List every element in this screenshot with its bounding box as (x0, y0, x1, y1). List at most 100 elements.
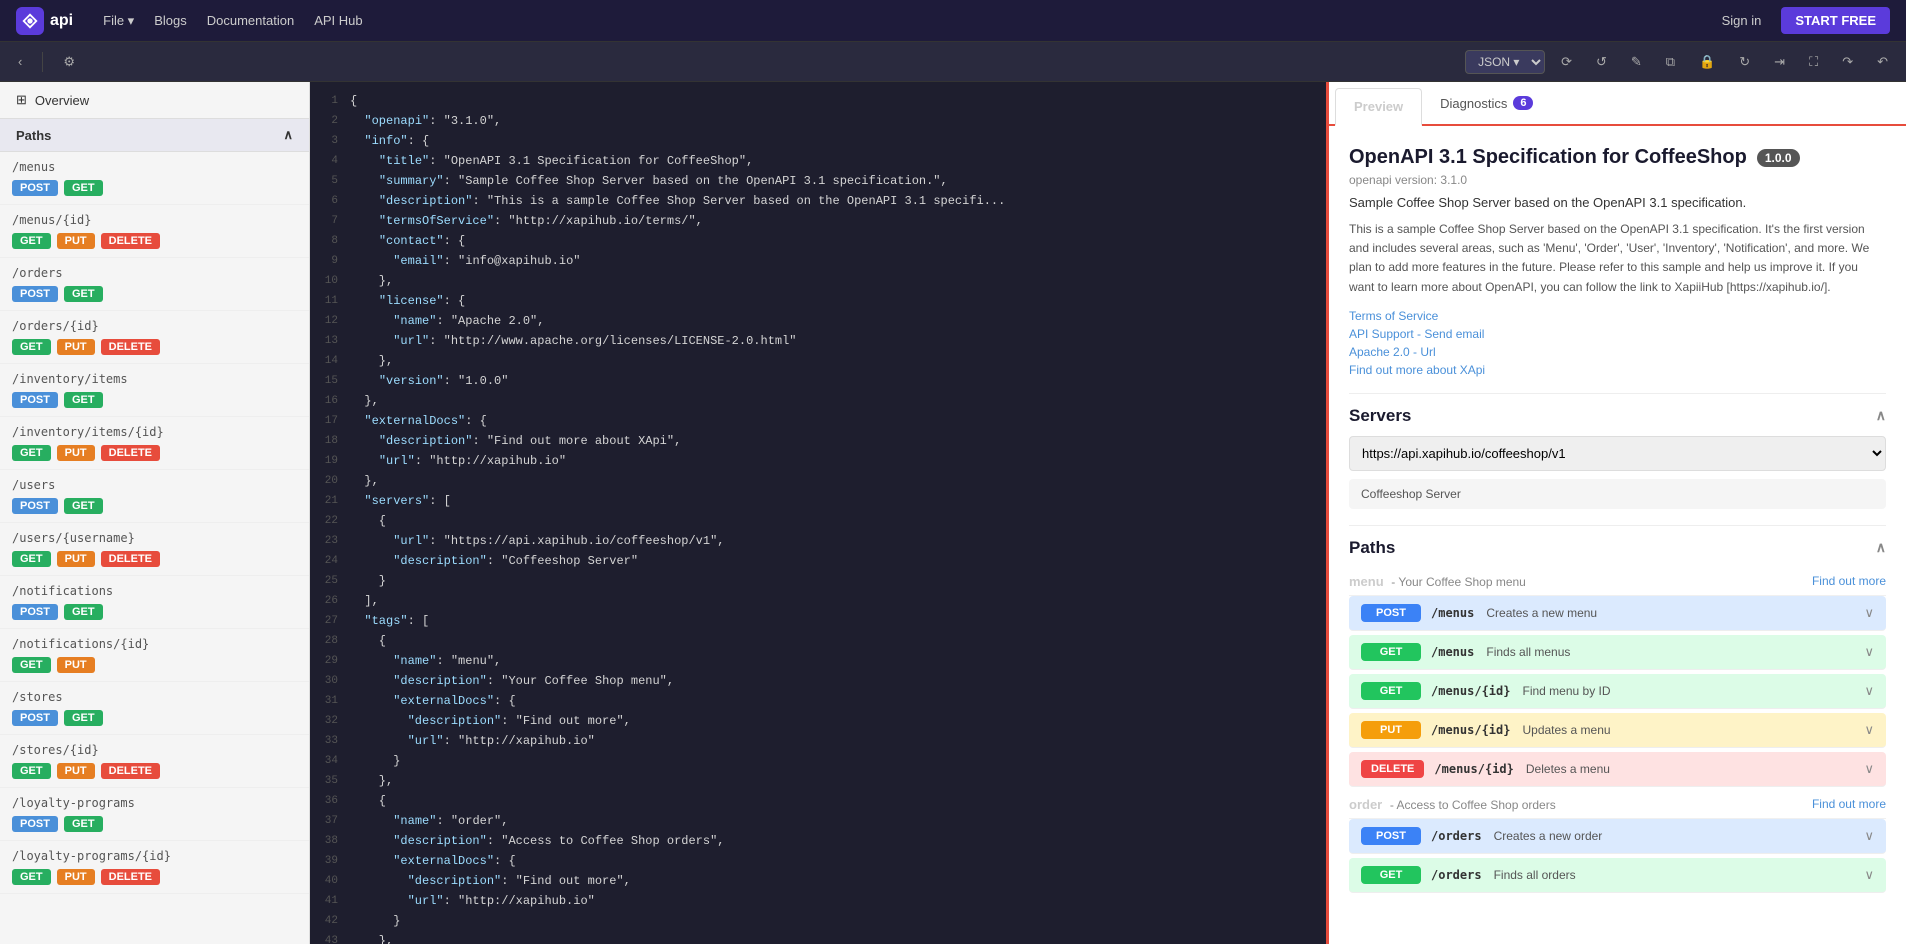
lock-button[interactable]: 🔒 (1691, 50, 1723, 74)
fullscreen-button[interactable]: ⛶ (1801, 50, 1826, 74)
api-link[interactable]: API Support - Send email (1349, 327, 1886, 341)
badge-delete[interactable]: DELETE (101, 763, 160, 779)
format-select[interactable]: JSON ▾ YAML (1465, 50, 1545, 74)
api-link[interactable]: Terms of Service (1349, 309, 1886, 323)
badge-get[interactable]: GET (12, 869, 51, 885)
method-badges: GET PUT (12, 657, 297, 673)
refresh-button[interactable]: ↻ (1731, 50, 1758, 74)
badge-post[interactable]: POST (12, 180, 58, 196)
api-link[interactable]: Find out more about XApi (1349, 363, 1886, 377)
badge-get[interactable]: GET (12, 763, 51, 779)
sync-arrow-button[interactable]: ↺ (1588, 50, 1615, 74)
code-line: 13 "url": "http://www.apache.org/license… (310, 332, 1326, 352)
copy-button[interactable]: ⧉ (1658, 50, 1683, 74)
badge-get[interactable]: GET (64, 816, 103, 832)
nav-file[interactable]: File ▾ (103, 13, 134, 29)
badge-get[interactable]: GET (64, 604, 103, 620)
badge-put[interactable]: PUT (57, 233, 95, 249)
sidebar-section: /inventory/items/{id}GETPUTDELETE (0, 417, 309, 470)
endpoint-row[interactable]: GET /menus Finds all menus ∨ (1349, 635, 1886, 670)
endpoint-row[interactable]: POST /menus Creates a new menu ∨ (1349, 596, 1886, 631)
collapse-paths-icon[interactable]: ∧ (283, 127, 293, 143)
openapi-version: openapi version: 3.1.0 (1349, 173, 1886, 187)
badge-delete[interactable]: DELETE (101, 339, 160, 355)
find-out-more-link[interactable]: Find out more (1812, 574, 1886, 588)
badge-get[interactable]: GET (64, 498, 103, 514)
code-editor[interactable]: 1{2 "openapi": "3.1.0",3 "info": {4 "tit… (310, 82, 1326, 944)
api-version-badge: 1.0.0 (1757, 149, 1800, 167)
badge-get[interactable]: GET (64, 710, 103, 726)
endpoint-desc: Find menu by ID (1522, 684, 1864, 698)
badge-put[interactable]: PUT (57, 869, 95, 885)
line-number: 17 (310, 412, 350, 432)
undo-button[interactable]: ↶ (1869, 50, 1896, 74)
paths-section: menu - Your Coffee Shop menu Find out mo… (1349, 568, 1886, 893)
badge-get[interactable]: GET (64, 286, 103, 302)
line-content: "contact": { (350, 232, 1326, 252)
servers-select[interactable]: https://api.xapihub.io/coffeeshop/v1 (1349, 436, 1886, 471)
badge-post[interactable]: POST (12, 498, 58, 514)
badge-delete[interactable]: DELETE (101, 869, 160, 885)
method-badges: POST GET (12, 392, 297, 408)
logo[interactable]: api (16, 7, 73, 35)
tab-diagnostics[interactable]: Diagnostics 6 (1422, 82, 1551, 124)
tab-preview[interactable]: Preview (1335, 88, 1422, 126)
paths-label: Paths (16, 128, 51, 143)
nav-documentation[interactable]: Documentation (207, 13, 294, 28)
sync-button[interactable]: ⟳ (1553, 50, 1580, 74)
split-button[interactable]: ⇥ (1766, 50, 1793, 74)
edit-button[interactable]: ✎ (1623, 50, 1650, 74)
line-number: 42 (310, 912, 350, 932)
find-out-more-link[interactable]: Find out more (1812, 797, 1886, 811)
badge-get[interactable]: GET (64, 180, 103, 196)
endpoint-row[interactable]: POST /orders Creates a new order ∨ (1349, 819, 1886, 854)
badge-get[interactable]: GET (12, 339, 51, 355)
sidebar-section: /notificationsPOSTGET (0, 576, 309, 629)
badge-delete[interactable]: DELETE (101, 233, 160, 249)
badge-post[interactable]: POST (12, 710, 58, 726)
badge-put[interactable]: PUT (57, 339, 95, 355)
badge-put[interactable]: PUT (57, 445, 95, 461)
badge-delete[interactable]: DELETE (101, 551, 160, 567)
sign-in-button[interactable]: Sign in (1722, 13, 1762, 28)
sidebar-section: /notifications/{id}GETPUT (0, 629, 309, 682)
method-pill-delete: DELETE (1361, 760, 1424, 778)
badge-get[interactable]: GET (12, 233, 51, 249)
sidebar-section: /users/{username}GETPUTDELETE (0, 523, 309, 576)
endpoint-path: /menus/{id} (1434, 762, 1513, 776)
badge-post[interactable]: POST (12, 392, 58, 408)
paths-collapse-icon[interactable]: ∧ (1876, 539, 1886, 556)
badge-get[interactable]: GET (12, 657, 51, 673)
settings-button[interactable]: ⚙ (55, 50, 83, 74)
badge-get[interactable]: GET (12, 445, 51, 461)
endpoint-row[interactable]: GET /menus/{id} Find menu by ID ∨ (1349, 674, 1886, 709)
line-number: 41 (310, 892, 350, 912)
badge-delete[interactable]: DELETE (101, 445, 160, 461)
line-number: 10 (310, 272, 350, 292)
badge-get[interactable]: GET (64, 392, 103, 408)
code-line: 15 "version": "1.0.0" (310, 372, 1326, 392)
badge-put[interactable]: PUT (57, 551, 95, 567)
nav-blogs[interactable]: Blogs (154, 13, 187, 28)
sidebar-overview[interactable]: ⊞ Overview (0, 82, 309, 119)
badge-get[interactable]: GET (12, 551, 51, 567)
line-number: 20 (310, 472, 350, 492)
line-content: "description": "Find out more", (350, 712, 1326, 732)
collapse-button[interactable]: ‹ (10, 50, 30, 73)
servers-collapse-icon[interactable]: ∧ (1876, 407, 1886, 424)
endpoint-row[interactable]: DELETE /menus/{id} Deletes a menu ∨ (1349, 752, 1886, 787)
endpoint-row[interactable]: GET /orders Finds all orders ∨ (1349, 858, 1886, 893)
start-free-button[interactable]: START FREE (1781, 7, 1890, 34)
code-line: 28 { (310, 632, 1326, 652)
endpoint-row[interactable]: PUT /menus/{id} Updates a menu ∨ (1349, 713, 1886, 748)
badge-post[interactable]: POST (12, 816, 58, 832)
badge-post[interactable]: POST (12, 604, 58, 620)
nav-api-hub[interactable]: API Hub (314, 13, 362, 28)
badge-put[interactable]: PUT (57, 657, 95, 673)
badge-put[interactable]: PUT (57, 763, 95, 779)
badge-post[interactable]: POST (12, 286, 58, 302)
api-link[interactable]: Apache 2.0 - Url (1349, 345, 1886, 359)
code-line: 9 "email": "info@xapihub.io" (310, 252, 1326, 272)
forward-button[interactable]: ↷ (1834, 50, 1861, 74)
code-line: 25 } (310, 572, 1326, 592)
